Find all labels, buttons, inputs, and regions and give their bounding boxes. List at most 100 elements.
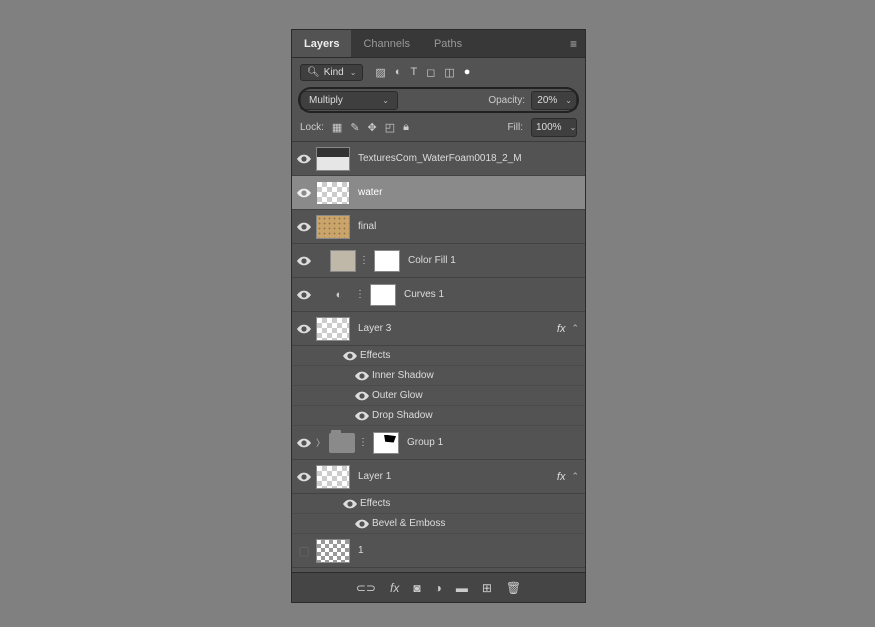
opacity-input[interactable]: 20% ⌄ — [531, 91, 577, 110]
link-mask-icon[interactable]: ⋮ — [355, 289, 367, 300]
layer-thumbnail[interactable] — [316, 539, 350, 563]
layer-name[interactable]: final — [358, 221, 579, 232]
chevron-down-icon: ⌄ — [382, 96, 389, 105]
layer-name[interactable]: 1 — [358, 545, 579, 556]
filter-pixel-icon[interactable]: ▨ — [375, 66, 385, 79]
layer-name[interactable]: Layer 1 — [358, 471, 557, 482]
filter-type-icons: ▨ ◐ T ◻ ◫ ● — [375, 66, 470, 79]
opacity-value: 20% — [536, 95, 559, 106]
layer-thumbnail[interactable] — [316, 317, 350, 341]
visibility-toggle[interactable] — [292, 438, 316, 448]
chevron-down-icon: ⌄ — [565, 96, 572, 105]
layer-row[interactable]: 〉 ⋮ Group 1 — [292, 426, 585, 460]
visibility-toggle[interactable] — [292, 188, 316, 198]
filter-shape-icon[interactable]: ◻ — [426, 66, 435, 79]
layer-row[interactable]: Layer 3 fx ⌃ — [292, 312, 585, 346]
visibility-toggle[interactable] — [352, 411, 372, 421]
layer-name[interactable]: Layer 3 — [358, 323, 557, 334]
tab-channels[interactable]: Channels — [351, 30, 421, 57]
layer-row[interactable]: TexturesCom_WaterFoam0018_2_M — [292, 142, 585, 176]
mask-thumbnail[interactable] — [373, 432, 399, 454]
adjustment-thumbnail[interactable] — [330, 250, 356, 272]
effect-item[interactable]: Outer Glow — [292, 386, 585, 406]
effects-collapse-icon[interactable]: ⌃ — [571, 323, 579, 334]
visibility-toggle[interactable] — [292, 324, 316, 334]
lock-icons: ▦ ✎ ✥ ◰ 🔒︎ — [332, 121, 409, 134]
layer-thumbnail[interactable] — [316, 181, 350, 205]
blend-opacity-row: Multiply ⌄ Opacity: 20% ⌄ — [292, 87, 585, 114]
panel-menu-icon[interactable]: ≡ — [570, 37, 577, 51]
layers-footer: ⊂⊃ fx ◙ ◑ ▬ ⊞ 🗑︎ — [292, 572, 585, 602]
add-mask-icon[interactable]: ◙ — [413, 581, 420, 595]
mask-thumbnail[interactable] — [370, 284, 396, 306]
filter-smart-icon[interactable]: ◫ — [444, 66, 454, 79]
lock-all-icon[interactable]: 🔒︎ — [403, 121, 409, 134]
layer-name[interactable]: Curves 1 — [404, 289, 579, 300]
fill-input[interactable]: 100% ⌄ — [531, 118, 577, 137]
blend-mode-select[interactable]: Multiply ⌄ — [300, 91, 398, 110]
chevron-down-icon: ⌄ — [350, 68, 357, 77]
visibility-toggle[interactable] — [292, 154, 316, 164]
new-group-icon[interactable]: ▬ — [456, 581, 468, 595]
delete-layer-icon[interactable]: 🗑︎ — [506, 581, 521, 595]
effects-label: Effects — [360, 350, 390, 361]
layer-thumbnail[interactable] — [316, 147, 350, 171]
layer-row[interactable]: ⋮ Color Fill 1 — [292, 244, 585, 278]
add-adjustment-icon[interactable]: ◑ — [435, 581, 442, 595]
visibility-toggle[interactable] — [292, 290, 316, 300]
filter-toggle-icon[interactable]: ● — [464, 66, 471, 79]
effects-header[interactable]: Effects — [292, 346, 585, 366]
eye-icon — [355, 519, 369, 529]
visibility-toggle[interactable] — [292, 222, 316, 232]
layer-row[interactable]: ▢ 1 — [292, 534, 585, 568]
visibility-toggle[interactable] — [340, 351, 360, 361]
visibility-toggle[interactable]: ▢ — [292, 544, 316, 558]
layer-row[interactable]: ◐ ⋮ Curves 1 — [292, 278, 585, 312]
layer-row[interactable]: Layer 1 fx ⌃ — [292, 460, 585, 494]
layer-row[interactable]: water — [292, 176, 585, 210]
effect-item[interactable]: Inner Shadow — [292, 366, 585, 386]
filter-adjust-icon[interactable]: ◐ — [395, 66, 402, 79]
link-layers-icon[interactable]: ⊂⊃ — [356, 581, 376, 595]
layer-name[interactable]: Group 1 — [407, 437, 579, 448]
mask-thumbnail[interactable] — [374, 250, 400, 272]
lock-artboard-icon[interactable]: ◰ — [385, 121, 395, 134]
lock-pixels-icon[interactable]: ✎ — [350, 121, 359, 134]
effect-item[interactable]: Drop Shadow — [292, 406, 585, 426]
eye-icon — [297, 188, 311, 198]
filter-type-icon[interactable]: T — [410, 66, 417, 79]
group-expand-icon[interactable]: 〉 — [316, 436, 325, 449]
new-layer-icon[interactable]: ⊞ — [482, 581, 492, 595]
layer-name[interactable]: TexturesCom_WaterFoam0018_2_M — [358, 153, 579, 164]
filter-kind-select[interactable]: 🔍︎ Kind ⌄ — [300, 64, 363, 81]
lock-transparency-icon[interactable]: ▦ — [332, 121, 342, 134]
effects-header[interactable]: Effects — [292, 494, 585, 514]
visibility-toggle[interactable] — [292, 256, 316, 266]
folder-icon — [329, 433, 355, 453]
link-mask-icon[interactable]: ⋮ — [358, 437, 370, 448]
blend-mode-value: Multiply — [309, 95, 376, 106]
filter-bar: 🔍︎ Kind ⌄ ▨ ◐ T ◻ ◫ ● — [292, 58, 585, 87]
visibility-toggle[interactable] — [340, 499, 360, 509]
layer-thumbnail[interactable] — [316, 465, 350, 489]
layer-row[interactable]: final — [292, 210, 585, 244]
layer-name[interactable]: water — [358, 187, 579, 198]
layer-thumbnail[interactable] — [316, 215, 350, 239]
visibility-toggle[interactable] — [352, 519, 372, 529]
effects-label: Effects — [360, 498, 390, 509]
lock-position-icon[interactable]: ✥ — [368, 121, 377, 134]
visibility-toggle[interactable] — [352, 371, 372, 381]
tab-paths[interactable]: Paths — [422, 30, 474, 57]
layer-name[interactable]: Color Fill 1 — [408, 255, 579, 266]
eye-icon — [297, 324, 311, 334]
effect-item[interactable]: Bevel & Emboss — [292, 514, 585, 534]
tab-layers[interactable]: Layers — [292, 30, 351, 57]
effects-collapse-icon[interactable]: ⌃ — [571, 471, 579, 482]
link-mask-icon[interactable]: ⋮ — [359, 255, 371, 266]
layers-panel: Layers Channels Paths ≡ 🔍︎ Kind ⌄ ▨ ◐ T … — [291, 29, 586, 603]
eye-icon — [297, 472, 311, 482]
visibility-toggle[interactable] — [352, 391, 372, 401]
add-fx-icon[interactable]: fx — [390, 581, 399, 595]
visibility-toggle[interactable] — [292, 472, 316, 482]
layers-scroll[interactable]: TexturesCom_WaterFoam0018_2_M water fina… — [292, 142, 585, 572]
